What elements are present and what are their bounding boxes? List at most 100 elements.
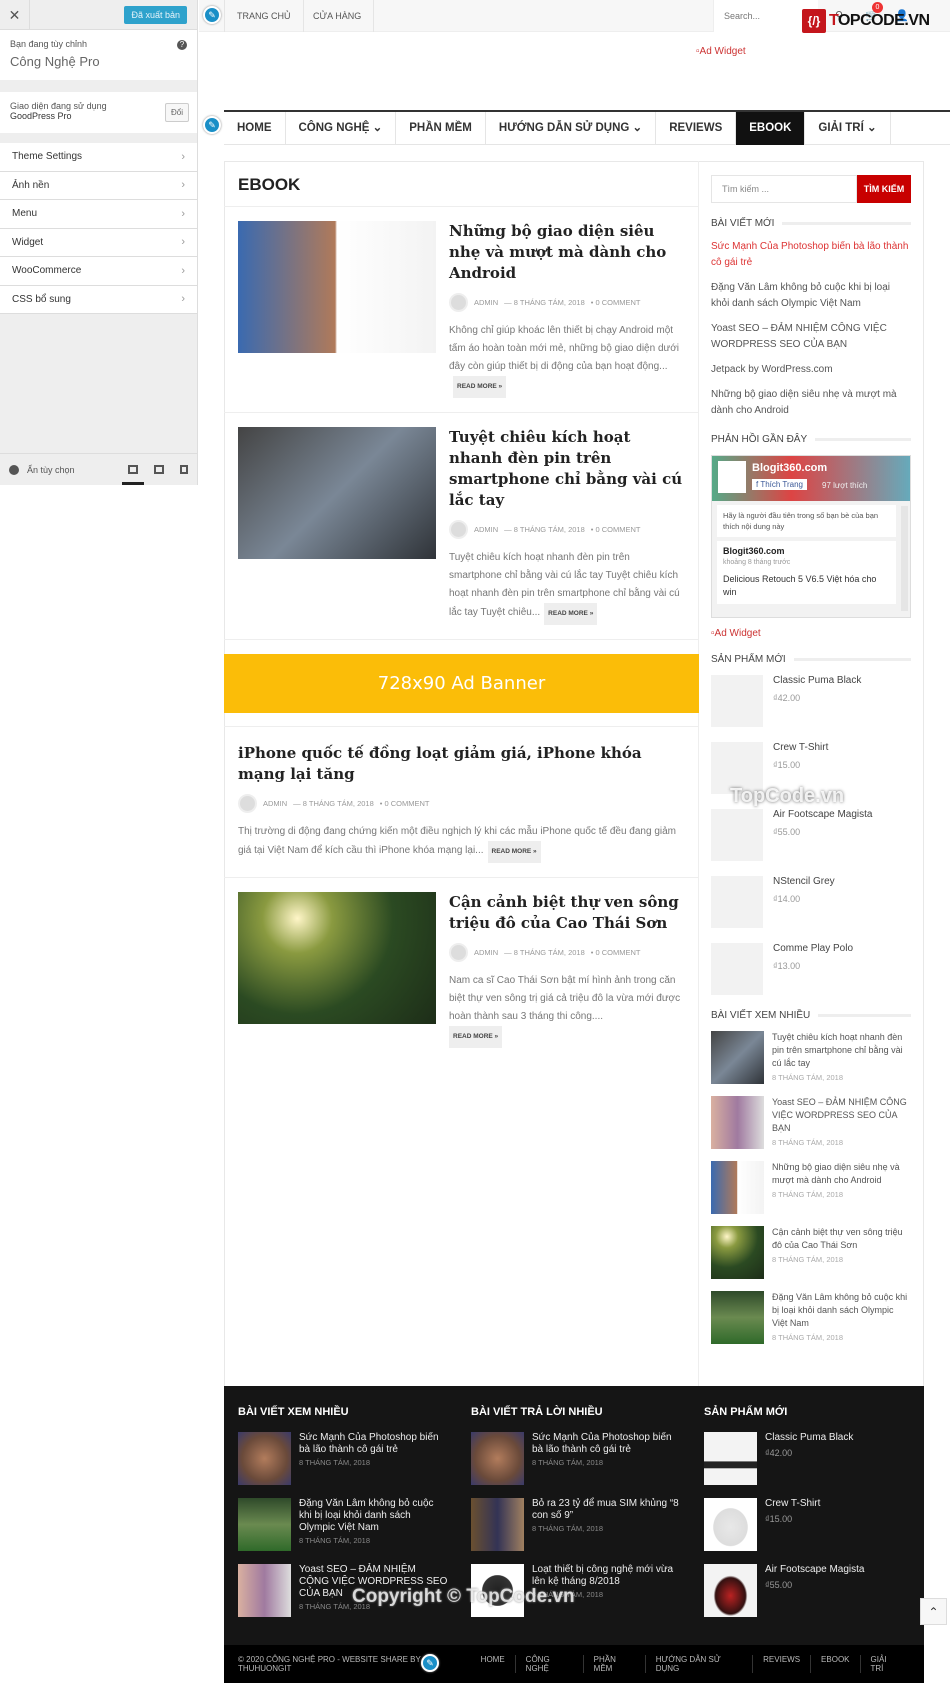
- product-name[interactable]: Comme Play Polo: [773, 943, 853, 954]
- footer-link-reviews[interactable]: REVIEWS: [752, 1655, 810, 1673]
- footer-post-title[interactable]: Sức Mạnh Của Photoshop biến bà lão thành…: [532, 1432, 681, 1456]
- read-more-button[interactable]: READ MORE »: [487, 841, 541, 863]
- footer-thumb[interactable]: [238, 1564, 291, 1617]
- footer-link-guides[interactable]: HƯỚNG DẪN SỬ DỤNG: [644, 1655, 752, 1673]
- footer-post-title[interactable]: Đặng Văn Lâm không bỏ cuộc khi bị loại k…: [299, 1498, 448, 1534]
- footer-product-name[interactable]: Classic Puma Black: [765, 1432, 853, 1444]
- menu-item-menu[interactable]: Menu ›: [0, 200, 197, 229]
- publish-button[interactable]: Đã xuất bản: [124, 6, 187, 24]
- post-title[interactable]: Tuyệt chiêu kích hoạt nhanh đèn pin trên…: [449, 427, 685, 511]
- recent-post-link[interactable]: Đặng Văn Lâm không bỏ cuộc khi bị loại k…: [711, 280, 911, 312]
- footer-thumb[interactable]: [238, 1498, 291, 1551]
- menu-item-widget[interactable]: Widget ›: [0, 228, 197, 257]
- fb-page-name[interactable]: Blogit360.com: [752, 462, 827, 474]
- product-item[interactable]: Classic Puma Black ₫42.00: [711, 675, 911, 727]
- desktop-preview-icon[interactable]: [122, 465, 144, 485]
- post-author[interactable]: ADMIN: [474, 298, 498, 307]
- menu-item-woocommerce[interactable]: WooCommerce ›: [0, 257, 197, 286]
- product-image[interactable]: [711, 675, 763, 727]
- nav-reviews[interactable]: REVIEWS: [656, 112, 737, 145]
- footer-post[interactable]: Bỏ ra 23 tỷ để mua SIM khủng “8 con số 9…: [471, 1498, 681, 1564]
- sidebar-ad-widget[interactable]: ▫Ad Widget: [711, 628, 911, 639]
- hide-controls-button[interactable]: Ẩn tùy chọn: [27, 465, 75, 475]
- read-more-button[interactable]: READ MORE »: [453, 376, 507, 398]
- close-icon[interactable]: ✕: [0, 0, 30, 30]
- footer-post-title[interactable]: Loạt thiết bị công nghệ mới vừa lên kệ t…: [532, 1564, 681, 1588]
- footer-product[interactable]: Crew T-Shirt ₫15.00: [704, 1498, 909, 1564]
- post-title[interactable]: Cận cảnh biệt thự ven sông triệu đô của …: [449, 892, 685, 934]
- post-thumbnail[interactable]: [238, 221, 436, 353]
- product-name[interactable]: Crew T-Shirt: [773, 742, 828, 753]
- product-item[interactable]: Comme Play Polo ₫13.00: [711, 943, 911, 995]
- popular-post[interactable]: Tuyệt chiêu kích hoạt nhanh đèn pin trên…: [711, 1031, 911, 1084]
- recent-post-link[interactable]: Những bộ giao diện siêu nhẹ và mượt mà d…: [711, 387, 911, 419]
- popular-post[interactable]: Cận cảnh biệt thự ven sông triệu đô của …: [711, 1226, 911, 1279]
- post-thumbnail[interactable]: [238, 427, 436, 559]
- footer-link-software[interactable]: PHẦN MỀM: [582, 1655, 645, 1673]
- footer-product-image[interactable]: [704, 1498, 757, 1551]
- post-thumbnail[interactable]: [238, 892, 436, 1024]
- popular-title[interactable]: Những bộ giao diện siêu nhẹ và mượt mà d…: [772, 1161, 911, 1187]
- popular-thumb[interactable]: [711, 1096, 764, 1149]
- fb-post-page[interactable]: Blogit360.com: [723, 546, 890, 557]
- popular-thumb[interactable]: [711, 1226, 764, 1279]
- post-comments[interactable]: • 0 COMMENT: [591, 298, 641, 307]
- product-name[interactable]: Classic Puma Black: [773, 675, 861, 686]
- post-comments[interactable]: • 0 COMMENT: [380, 799, 430, 808]
- footer-post-title[interactable]: Sức Mạnh Của Photoshop biến bà lão thành…: [299, 1432, 448, 1456]
- read-more-button[interactable]: READ MORE »: [449, 1026, 503, 1048]
- edit-shortcut-icon[interactable]: ✎: [203, 6, 221, 24]
- post-comments[interactable]: • 0 COMMENT: [591, 948, 641, 957]
- popular-title[interactable]: Yoast SEO – ĐẢM NHIỆM CÔNG VIỆC WORDPRES…: [772, 1096, 911, 1135]
- nav-ebook[interactable]: EBOOK: [736, 112, 806, 145]
- help-icon[interactable]: ?: [177, 40, 187, 50]
- menu-item-theme-settings[interactable]: Theme Settings ›: [0, 143, 197, 172]
- nav-guides[interactable]: HƯỚNG DẪN SỬ DỤNG ⌄: [486, 112, 657, 145]
- ad-banner[interactable]: 728x90 Ad Banner: [224, 654, 699, 713]
- nav-home[interactable]: HOME: [224, 112, 286, 145]
- nav-entertainment[interactable]: GIẢI TRÍ ⌄: [805, 112, 891, 145]
- post-comments[interactable]: • 0 COMMENT: [591, 525, 641, 534]
- menu-item-background[interactable]: Ảnh nền ›: [0, 171, 197, 200]
- footer-post[interactable]: Sức Mạnh Của Photoshop biến bà lão thành…: [471, 1432, 681, 1498]
- recent-post-link[interactable]: Sức Mạnh Của Photoshop biến bà lão thành…: [711, 239, 911, 271]
- footer-product[interactable]: Classic Puma Black ₫42.00: [704, 1432, 909, 1498]
- product-name[interactable]: Air Footscape Magista: [773, 809, 873, 820]
- footer-post-title[interactable]: Bỏ ra 23 tỷ để mua SIM khủng “8 con số 9…: [532, 1498, 681, 1522]
- product-image[interactable]: [711, 876, 763, 928]
- sidebar-search-input[interactable]: Tìm kiếm ...: [711, 175, 857, 203]
- nav-software[interactable]: PHẦN MỀM: [396, 112, 486, 145]
- post-author[interactable]: ADMIN: [263, 799, 287, 808]
- post-author[interactable]: ADMIN: [474, 525, 498, 534]
- topmenu-shop[interactable]: CỬA HÀNG: [301, 0, 375, 32]
- sidebar-search-button[interactable]: TÌM KIẾM: [857, 175, 911, 203]
- footer-product-name[interactable]: Air Footscape Magista: [765, 1564, 865, 1576]
- footer-product-name[interactable]: Crew T-Shirt: [765, 1498, 820, 1510]
- footer-product-image[interactable]: [704, 1432, 757, 1485]
- popular-thumb[interactable]: [711, 1031, 764, 1084]
- product-image[interactable]: [711, 943, 763, 995]
- product-item[interactable]: Air Footscape Magista ₫55.00: [711, 809, 911, 861]
- footer-thumb[interactable]: [471, 1432, 524, 1485]
- back-to-top-button[interactable]: ⌃: [920, 1598, 947, 1625]
- post-title[interactable]: iPhone quốc tế đồng loạt giảm giá, iPhon…: [238, 743, 685, 785]
- product-name[interactable]: NStencil Grey: [773, 876, 835, 887]
- post-title[interactable]: Những bộ giao diện siêu nhẹ và mượt mà d…: [449, 221, 685, 284]
- footer-thumb[interactable]: [238, 1432, 291, 1485]
- read-more-button[interactable]: READ MORE »: [544, 603, 598, 625]
- recent-post-link[interactable]: Yoast SEO – ĐẢM NHIỆM CÔNG VIỆC WORDPRES…: [711, 321, 911, 353]
- collapse-icon[interactable]: [9, 464, 19, 475]
- header-ad-widget[interactable]: ▫Ad Widget: [696, 46, 746, 57]
- popular-title[interactable]: Đặng Văn Lâm không bỏ cuộc khi bị loại k…: [772, 1291, 911, 1330]
- footer-thumb[interactable]: [471, 1498, 524, 1551]
- footer-link-ebook[interactable]: EBOOK: [810, 1655, 859, 1673]
- edit-nav-icon[interactable]: ✎: [203, 116, 221, 134]
- footer-post[interactable]: Đặng Văn Lâm không bỏ cuộc khi bị loại k…: [238, 1498, 448, 1564]
- menu-item-css[interactable]: CSS bổ sung ›: [0, 285, 197, 314]
- popular-thumb[interactable]: [711, 1291, 764, 1344]
- mobile-preview-icon[interactable]: [180, 465, 188, 474]
- footer-post[interactable]: Sức Mạnh Của Photoshop biến bà lão thành…: [238, 1432, 448, 1498]
- fb-like-button[interactable]: f Thích Trang: [752, 479, 807, 490]
- popular-post[interactable]: Đặng Văn Lâm không bỏ cuộc khi bị loại k…: [711, 1291, 911, 1344]
- nav-technology[interactable]: CÔNG NGHỆ ⌄: [286, 112, 397, 145]
